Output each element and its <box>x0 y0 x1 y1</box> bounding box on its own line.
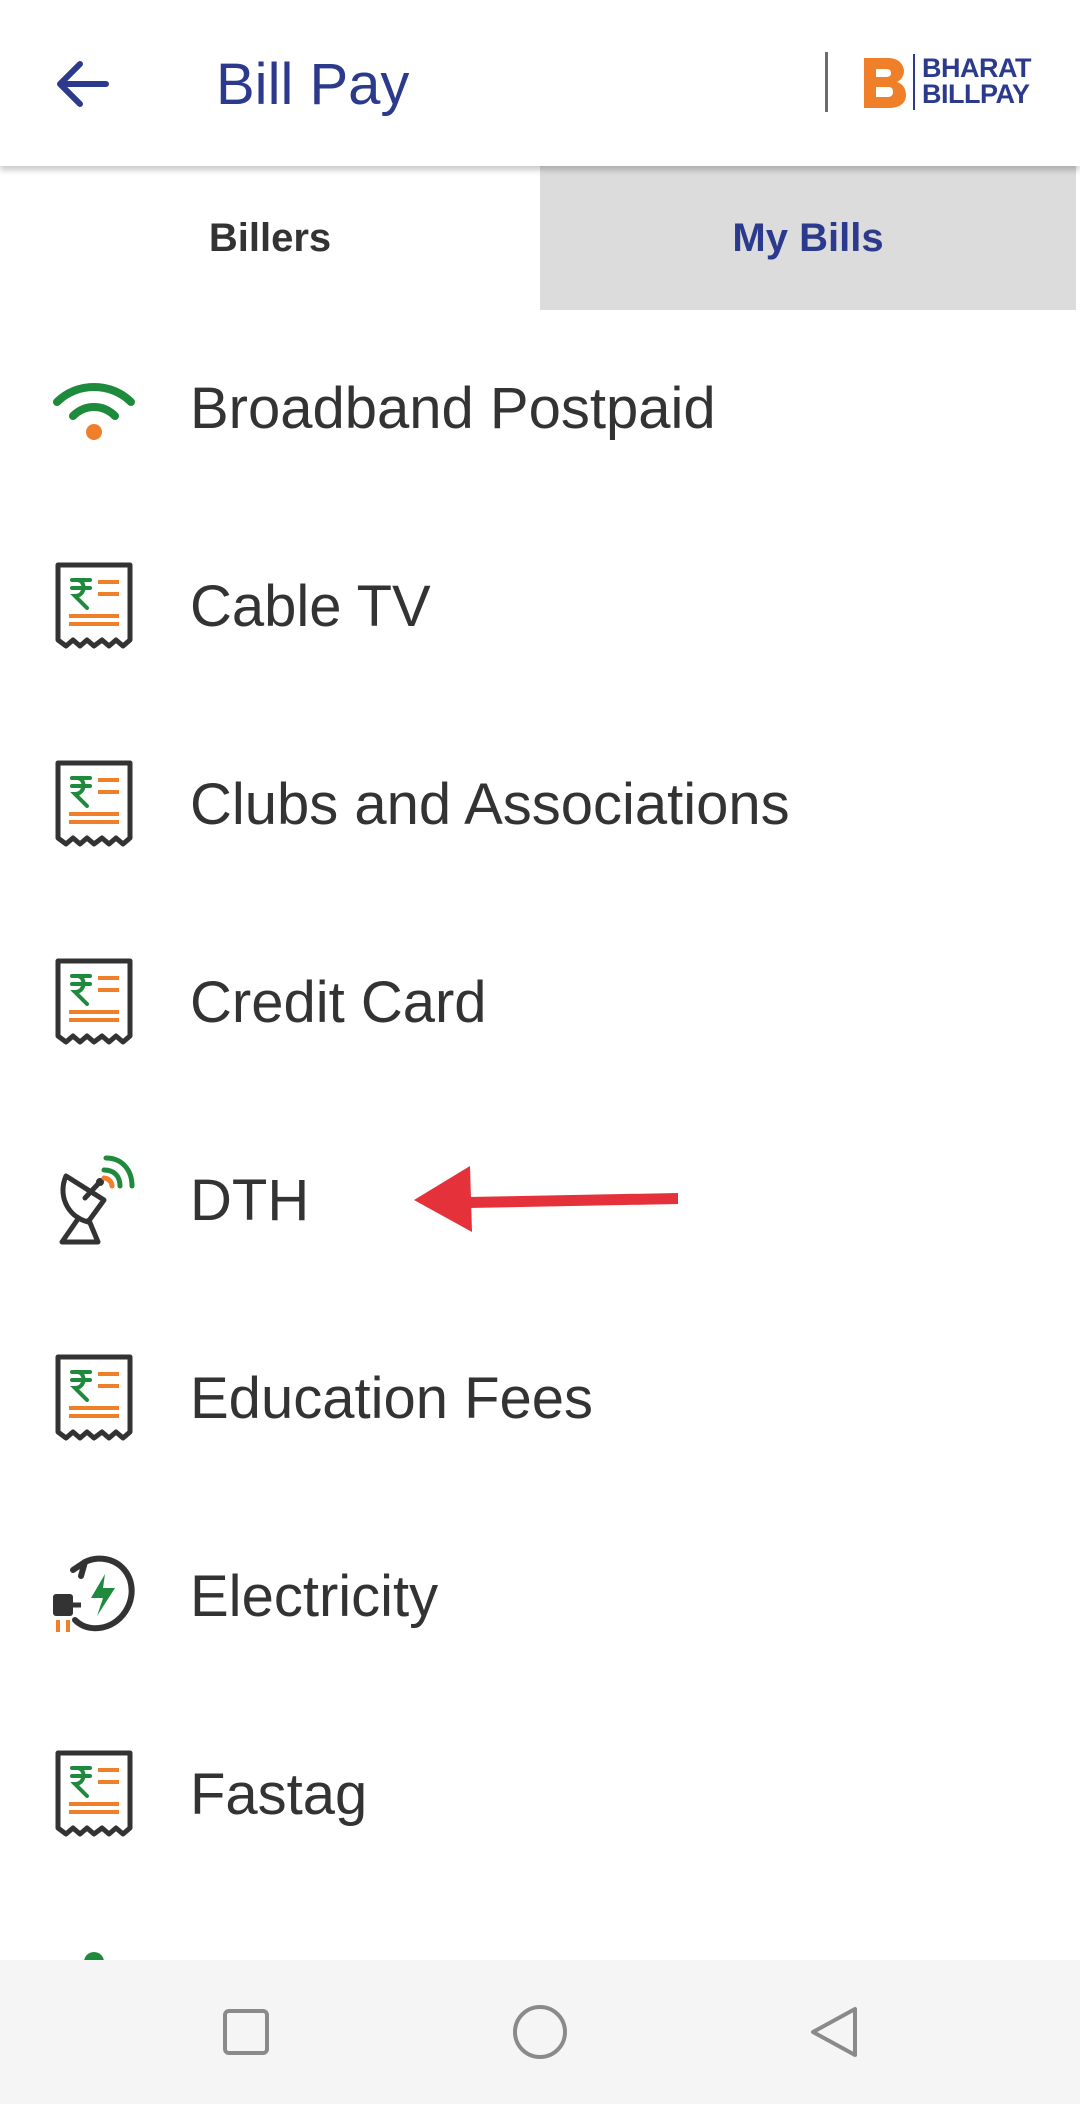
rupee-receipt-icon <box>48 1348 140 1448</box>
biller-label: Electricity <box>190 1564 439 1629</box>
bharat-billpay-b-mark-icon <box>864 58 906 108</box>
biller-item-electricity[interactable]: Electricity <box>0 1498 1080 1696</box>
biller-item-broadband-postpaid[interactable]: Broadband Postpaid <box>0 310 1080 508</box>
biller-item-credit-card[interactable]: Credit Card <box>0 904 1080 1102</box>
rupee-receipt-icon <box>48 556 140 656</box>
arrow-left-icon <box>57 61 109 107</box>
header-divider <box>825 52 828 112</box>
annotation-arrow-icon <box>414 1166 678 1232</box>
recent-apps-icon <box>223 2009 269 2055</box>
rupee-receipt-icon <box>48 754 140 854</box>
bill-pay-screen: Bill Pay BHARAT BILLPAY Billers My Bills <box>0 0 1080 2104</box>
electricity-plug-icon <box>48 1546 140 1646</box>
biller-label: DTH <box>190 1168 310 1233</box>
logo-line-1: BHARAT <box>922 53 1031 83</box>
tab-billers[interactable]: Billers <box>0 166 540 310</box>
wifi-icon <box>48 360 140 460</box>
biller-item-partial[interactable] <box>0 1950 1080 1960</box>
satellite-dish-icon <box>48 1150 140 1250</box>
biller-label: Cable TV <box>190 574 431 639</box>
biller-label: Broadband Postpaid <box>190 376 716 441</box>
biller-item-cable-tv[interactable]: Cable TV <box>0 508 1080 706</box>
back-button[interactable] <box>40 42 124 126</box>
biller-label: Credit Card <box>190 970 487 1035</box>
back-triangle-icon <box>811 2007 857 2057</box>
tab-bar: Billers My Bills <box>0 166 1080 310</box>
logo-separator <box>913 54 915 110</box>
home-button[interactable] <box>506 1998 574 2066</box>
biller-label: Clubs and Associations <box>190 772 790 837</box>
app-header: Bill Pay BHARAT BILLPAY <box>0 0 1080 166</box>
biller-item-fastag[interactable]: Fastag <box>0 1696 1080 1894</box>
rupee-receipt-icon <box>48 1744 140 1844</box>
next-biller-icon <box>48 1950 140 1960</box>
system-nav-bar <box>0 1960 1080 2104</box>
back-nav-button[interactable] <box>800 1998 868 2066</box>
biller-label: Fastag <box>190 1762 368 1827</box>
recent-apps-button[interactable] <box>212 1998 280 2066</box>
logo-line-2: BILLPAY <box>922 79 1030 109</box>
bharat-billpay-logo: BHARAT BILLPAY <box>860 52 1050 112</box>
home-icon <box>513 2005 567 2059</box>
rupee-receipt-icon <box>48 952 140 1052</box>
biller-label: Education Fees <box>190 1366 594 1431</box>
tab-my-bills[interactable]: My Bills <box>540 166 1076 310</box>
logo-text: BHARAT BILLPAY <box>922 53 1031 109</box>
biller-list: Broadband Postpaid Cable TV Clubs and As… <box>0 310 1080 1960</box>
biller-item-education-fees[interactable]: Education Fees <box>0 1300 1080 1498</box>
biller-item-clubs-and-associations[interactable]: Clubs and Associations <box>0 706 1080 904</box>
page-title: Bill Pay <box>216 52 410 117</box>
